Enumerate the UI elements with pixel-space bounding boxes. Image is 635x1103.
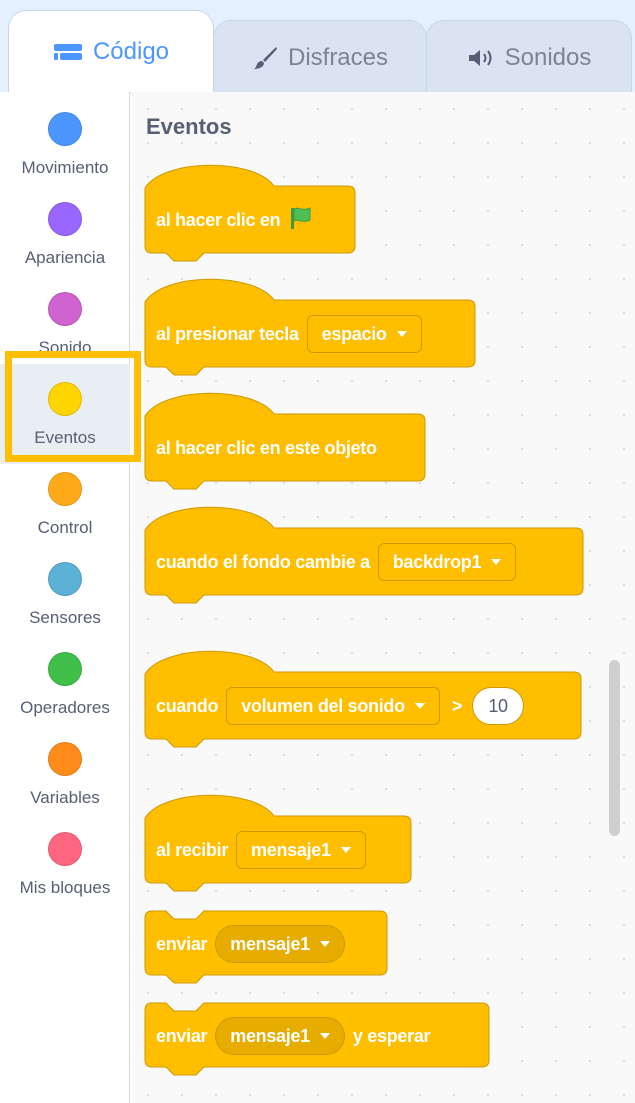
- block-text: enviar: [156, 1025, 208, 1046]
- broadcast-and-wait-block[interactable]: enviar mensaje1 y esperar: [144, 1002, 490, 1078]
- when-flag-clicked-block[interactable]: al hacer clic en: [144, 164, 356, 264]
- dropdown-value: mensaje1: [251, 839, 331, 860]
- threshold-input[interactable]: 10: [472, 687, 525, 725]
- key-dropdown[interactable]: espacio: [306, 315, 422, 353]
- category-motion[interactable]: Movimiento: [0, 104, 130, 194]
- category-label: Sensores: [29, 608, 101, 627]
- block-text: cuando el fondo cambie a: [156, 551, 370, 572]
- when-sprite-clicked-block[interactable]: al hacer clic en este objeto: [144, 392, 426, 492]
- message-dropdown[interactable]: mensaje1: [215, 925, 345, 963]
- tab-code-label: Código: [92, 37, 170, 65]
- code-icon: [53, 41, 83, 63]
- control-color-dot: [48, 472, 82, 506]
- category-label: Operadores: [20, 698, 110, 717]
- block-palette[interactable]: Eventos al hacer clic en al presionar te…: [131, 92, 635, 1103]
- category-control[interactable]: Control: [0, 464, 130, 554]
- category-label: Control: [37, 518, 93, 537]
- tab-sounds-label: Sonidos: [504, 43, 592, 71]
- category-label: Movimiento: [21, 158, 109, 177]
- block-text: al hacer clic en: [156, 209, 281, 230]
- category-operators[interactable]: Operadores: [0, 644, 130, 734]
- when-greater-than-block[interactable]: cuando volumen del sonido > 10: [144, 650, 582, 750]
- category-label: Variables: [30, 788, 100, 807]
- dropdown-value: espacio: [321, 323, 387, 344]
- category-label: Mis bloques: [19, 878, 111, 897]
- block-suffix-text: y esperar: [352, 1025, 431, 1046]
- tab-costumes[interactable]: Disfraces: [213, 20, 427, 94]
- motion-color-dot: [48, 112, 82, 146]
- chevron-down-icon: [491, 559, 502, 565]
- green-flag-icon: [288, 205, 314, 236]
- chevron-down-icon: [396, 331, 407, 337]
- category-variables[interactable]: Variables: [0, 734, 130, 824]
- operators-color-dot: [48, 652, 82, 686]
- when-key-pressed-block[interactable]: al presionar tecla espacio: [144, 278, 476, 378]
- block-text: al hacer clic en este objeto: [156, 437, 377, 458]
- category-label: Apariencia: [24, 248, 106, 267]
- sensing-color-dot: [48, 562, 82, 596]
- chevron-down-icon: [414, 703, 425, 709]
- variables-color-dot: [48, 742, 82, 776]
- dropdown-value: volumen del sonido: [241, 695, 405, 716]
- operator-symbol: >: [451, 695, 463, 716]
- selected-category-highlight: [5, 351, 141, 462]
- broadcast-block[interactable]: enviar mensaje1: [144, 910, 388, 986]
- dropdown-value: backdrop1: [392, 551, 482, 572]
- chevron-down-icon: [340, 847, 351, 853]
- palette-scrollbar[interactable]: [609, 660, 620, 836]
- chevron-down-icon: [319, 1033, 330, 1039]
- palette-section-title: Eventos: [146, 114, 232, 139]
- message-dropdown[interactable]: mensaje1: [215, 1017, 345, 1055]
- tab-sounds[interactable]: Sonidos: [426, 20, 632, 94]
- editor-tab-bar: Código Disfraces Sonidos: [0, 0, 635, 94]
- tab-costumes-label: Disfraces: [287, 43, 389, 71]
- message-dropdown[interactable]: mensaje1: [236, 831, 366, 869]
- dropdown-value: mensaje1: [230, 1025, 310, 1046]
- block-text: enviar: [156, 933, 208, 954]
- category-menu: Movimiento Apariencia Sonido Eventos Con…: [0, 92, 130, 1103]
- backdrop-dropdown[interactable]: backdrop1: [377, 543, 517, 581]
- sensor-dropdown[interactable]: volumen del sonido: [226, 687, 440, 725]
- tab-code[interactable]: Código: [8, 10, 214, 92]
- category-my-blocks[interactable]: Mis bloques: [0, 824, 130, 914]
- my-blocks-color-dot: [48, 832, 82, 866]
- brush-icon: [252, 45, 278, 71]
- category-looks[interactable]: Apariencia: [0, 194, 130, 284]
- speaker-icon: [467, 48, 495, 68]
- block-text: al recibir: [156, 839, 229, 860]
- when-backdrop-switches-block[interactable]: cuando el fondo cambie a backdrop1: [144, 506, 584, 606]
- dropdown-value: mensaje1: [230, 933, 310, 954]
- when-i-receive-block[interactable]: al recibir mensaje1: [144, 794, 412, 894]
- category-sensing[interactable]: Sensores: [0, 554, 130, 644]
- chevron-down-icon: [319, 941, 330, 947]
- block-text: al presionar tecla: [156, 323, 299, 344]
- sound-color-dot: [48, 292, 82, 326]
- block-text: cuando: [156, 695, 219, 716]
- looks-color-dot: [48, 202, 82, 236]
